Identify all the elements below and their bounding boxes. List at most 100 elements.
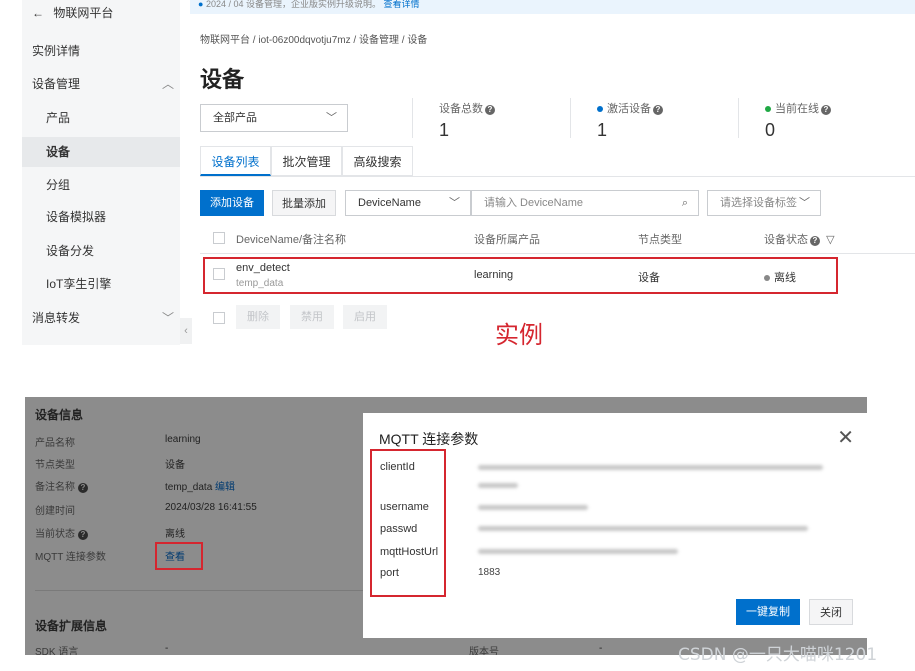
redacted-value (478, 505, 588, 510)
section-title-ext-info: 设备扩展信息 (35, 619, 108, 633)
help-icon[interactable]: ? (485, 105, 495, 115)
column-header-status-label: 设备状态 (764, 234, 808, 246)
chevron-down-icon: ﹀ (161, 311, 174, 325)
notice-bar: ● 2024 / 04 设备管理，企业版实例升级说明。 查看详情 (190, 0, 915, 14)
redacted-value (478, 465, 823, 470)
close-button[interactable]: 关闭 (809, 599, 853, 625)
select-all-checkbox[interactable] (213, 232, 225, 244)
search-field-select[interactable]: DeviceName ﹀ (345, 190, 471, 216)
watermark: CSDN @一只大喵咪1201 (678, 645, 878, 665)
breadcrumb-item: 设备 (407, 35, 428, 46)
stat-total-devices: 设备总数? 1 (439, 100, 495, 141)
stat-divider (570, 98, 571, 138)
notice-text: 2024 / 04 设备管理，企业版实例升级说明。 (205, 0, 381, 9)
sidebar-item-device[interactable]: 设备 (22, 137, 180, 167)
sidebar-collapse-handle[interactable]: ‹ (180, 318, 192, 344)
edit-link[interactable]: 编辑 (215, 482, 235, 493)
redacted-value (478, 483, 518, 488)
delete-button[interactable]: 删除 (236, 305, 280, 329)
product-select[interactable]: 全部产品 ﹀ (200, 104, 348, 132)
tab-batch-management[interactable]: 批次管理 (271, 146, 342, 176)
help-icon[interactable]: ? (810, 236, 820, 246)
notice-link[interactable]: 查看详情 (384, 0, 420, 9)
field-key: MQTT 连接参数 (35, 552, 106, 563)
sidebar-item-device-management[interactable]: 设备管理 ︿ (32, 70, 182, 98)
sidebar: ← 物联网平台 实例详情 设备管理 ︿ 产品 设备 分组 设备模拟器 设备分发 … (22, 0, 180, 345)
sidebar-item-product[interactable]: 产品 (46, 104, 196, 132)
sidebar-item-label: 设备 (46, 145, 71, 159)
tab-advanced-search[interactable]: 高级搜索 (342, 146, 413, 176)
sidebar-item-label: IoT孪生引擎 (46, 277, 112, 291)
sidebar-item-label: 消息转发 (32, 311, 81, 325)
search-input[interactable]: 请输入 DeviceName ⌕ (471, 190, 699, 216)
field-key: SDK 语言 (35, 647, 79, 655)
sidebar-item-label: 设备分发 (46, 244, 95, 258)
breadcrumb-item[interactable]: 物联网平台 (200, 35, 250, 46)
close-icon[interactable]: ✕ (837, 425, 854, 450)
column-header-product: 设备所属产品 (474, 234, 540, 246)
status-dot-icon (765, 106, 771, 113)
field-key-status: 当前状态? (35, 525, 88, 540)
field-key: 节点类型 (35, 460, 75, 471)
field-key: 创建时间 (35, 506, 75, 517)
sidebar-item-message-forwarding[interactable]: 消息转发 ﹀ (32, 304, 182, 332)
section-title-device-info: 设备信息 (35, 408, 84, 422)
search-icon[interactable]: ⌕ (682, 191, 688, 215)
tag-placeholder: 请选择设备标签 (720, 197, 797, 209)
copy-all-button[interactable]: 一键复制 (736, 599, 800, 625)
back-link[interactable]: ← 物联网平台 (32, 4, 113, 21)
column-header-node-type: 节点类型 (638, 234, 682, 246)
breadcrumb-item[interactable]: 设备管理 (359, 35, 399, 46)
stat-value: 1 (439, 120, 450, 140)
highlight-box-row (203, 257, 838, 294)
help-icon[interactable]: ? (78, 483, 88, 493)
stat-divider (738, 98, 739, 138)
breadcrumb-item[interactable]: iot-06z00dqvotju7mz (258, 35, 350, 46)
stat-label: 设备总数 (439, 103, 483, 115)
sidebar-item-group[interactable]: 分组 (46, 171, 196, 199)
add-device-button[interactable]: 添加设备 (200, 190, 264, 216)
field-key-note: 备注名称? (35, 478, 88, 493)
sidebar-item-label: 分组 (46, 178, 71, 192)
status-dot-icon (597, 106, 603, 113)
search-placeholder: 请输入 DeviceName (484, 197, 584, 209)
sidebar-item-device-distribution[interactable]: 设备分发 (46, 237, 196, 265)
field-value-note: temp_data 编辑 (165, 478, 235, 493)
footer-select-checkbox[interactable] (213, 312, 225, 324)
field-value-sdk: - (165, 643, 169, 654)
help-icon[interactable]: ? (821, 105, 831, 115)
field-value-version: - (599, 643, 603, 654)
table-header: DeviceName/备注名称 设备所属产品 节点类型 设备状态? ▽ (200, 222, 915, 254)
chevron-up-icon: ︿ (161, 77, 174, 91)
info-icon: ● (198, 0, 204, 9)
annotation-text: 实例 (495, 321, 543, 349)
breadcrumb: 物联网平台 / iot-06z00dqvotju7mz / 设备管理 / 设备 (200, 35, 428, 46)
help-icon[interactable]: ? (78, 530, 88, 540)
stat-online-devices: 当前在线? 0 (765, 100, 831, 141)
column-header-status: 设备状态? ▽ (764, 231, 835, 247)
param-value-port: 1883 (478, 567, 501, 578)
help-icon[interactable]: ? (653, 105, 663, 115)
field-key: 备注名称 (35, 482, 75, 493)
field-key: 当前状态 (35, 529, 75, 540)
field-value-product: learning (165, 434, 201, 445)
disable-button[interactable]: 禁用 (290, 305, 334, 329)
arrow-left-icon: ← (32, 6, 44, 20)
sidebar-item-iot-twin[interactable]: IoT孪生引擎 (46, 270, 196, 298)
sidebar-item-label: 产品 (46, 111, 71, 125)
field-key: 产品名称 (35, 438, 75, 449)
tab-device-list[interactable]: 设备列表 (200, 146, 271, 176)
enable-button[interactable]: 启用 (343, 305, 387, 329)
back-label: 物联网平台 (53, 6, 114, 20)
highlight-box-params (370, 449, 446, 597)
field-value: temp_data (165, 482, 213, 493)
filter-icon[interactable]: ▽ (826, 234, 834, 246)
sidebar-item-device-simulator[interactable]: 设备模拟器 (46, 203, 196, 231)
sidebar-item-instance-detail[interactable]: 实例详情 (32, 37, 182, 65)
page-title: 设备 (200, 67, 245, 92)
stat-divider (412, 98, 413, 138)
search-field-value: DeviceName (358, 197, 421, 209)
batch-add-button[interactable]: 批量添加 (272, 190, 336, 216)
chevron-down-icon: ﹀ (449, 197, 460, 209)
tag-select[interactable]: 请选择设备标签 ﹀ (707, 190, 821, 216)
